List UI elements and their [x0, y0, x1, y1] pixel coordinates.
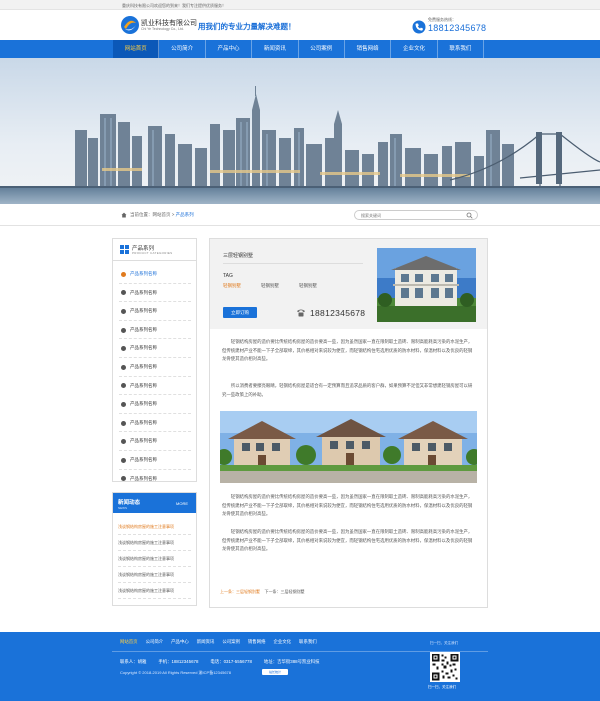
- footer-follow-text: 扫一扫，关注我们: [430, 641, 458, 645]
- nav-item-products[interactable]: 产品中心: [206, 40, 253, 58]
- tag-link[interactable]: 轻钢别墅: [299, 283, 317, 289]
- footer-nav-item[interactable]: 网站首页: [120, 639, 138, 645]
- top-bar: 重庆科技有限公司欢迎您的到来！我们专注提供优质服务！: [0, 0, 600, 10]
- nav-item-home[interactable]: 网站首页: [113, 40, 160, 58]
- tag-link[interactable]: 轻钢别墅: [261, 283, 279, 289]
- sidebar-item[interactable]: 产品系列名称: [119, 265, 191, 284]
- footer-nav-item[interactable]: 公司案例: [222, 639, 240, 645]
- sidebar-header: 产品系列 PRODUCT CATEGORIES: [113, 239, 196, 261]
- sidebar-item[interactable]: 产品系列名称: [119, 432, 191, 451]
- breadcrumb-bar: 当前位置：网站首页 > 产品系列: [0, 204, 600, 226]
- footer-address: 地址：吉华街388号凯业科技: [263, 659, 320, 664]
- footer-nav-item[interactable]: 企业文化: [273, 639, 291, 645]
- header: 凯业科技有限公司 Chi Ye Technology Co., Ltd. 用我们…: [0, 10, 600, 40]
- nav-item-sales[interactable]: 销售网络: [345, 40, 392, 58]
- prev-next-links: 上一条：三层轻钢别墅 下一条：三层轻钢别墅: [220, 589, 304, 595]
- footer-copyright: Copyright © 2018-2019 All Rights Reserve…: [120, 670, 232, 675]
- sidebar-item[interactable]: 产品系列名称: [119, 358, 191, 377]
- footer-nav-item[interactable]: 销售网络: [248, 639, 266, 645]
- slogan: 用我们的专业力量解决难题！: [198, 22, 296, 31]
- houses-photo[interactable]: [220, 411, 477, 483]
- hotline-number: 18812345678: [428, 23, 487, 33]
- nav-item-news[interactable]: 新闻资讯: [252, 40, 299, 58]
- divider: [223, 263, 363, 264]
- welcome-text: 重庆科技有限公司欢迎您的到来！我们专注提供优质服务！: [122, 3, 226, 8]
- news-item[interactable]: 浅谈钢结构房屋的施工注意事项: [118, 567, 191, 583]
- product-sidebar: 产品系列 PRODUCT CATEGORIES 产品系列名称 产品系列名称 产品…: [112, 238, 197, 482]
- news-panel: 新闻动态 NEWS MORE 浅谈钢结构房屋的施工注意事项 浅谈钢结构房屋的施工…: [112, 492, 197, 606]
- search-box: [354, 210, 478, 220]
- footer-nav-item[interactable]: 联系我们: [299, 639, 317, 645]
- product-paragraph: 所以消费者要擦亮眼睛，轻钢结构房屋是适合有一定预算而且追求品质的客户群，如果预算…: [222, 383, 473, 397]
- nav-item-about[interactable]: 公司简介: [159, 40, 206, 58]
- news-more-link[interactable]: MORE: [176, 501, 188, 506]
- footer-mobile: 手机：18812345678: [158, 659, 199, 664]
- news-header: 新闻动态 NEWS MORE: [113, 493, 196, 513]
- tag-link[interactable]: 轻钢别墅: [223, 283, 241, 289]
- sidebar-item[interactable]: 产品系列名称: [119, 395, 191, 414]
- city-skyline-banner: [0, 58, 600, 204]
- phone-icon: [412, 20, 426, 34]
- footer-contact: 联系人：胡雅: [120, 659, 147, 664]
- qr-code-icon: [430, 652, 460, 682]
- news-item[interactable]: 浅谈钢结构房屋的施工注意事项: [118, 519, 191, 535]
- sidebar-subtitle: PRODUCT CATEGORIES: [132, 251, 173, 255]
- company-subtitle: Chi Ye Technology Co., Ltd.: [141, 27, 184, 31]
- sidebar-item[interactable]: 产品系列名称: [119, 470, 191, 489]
- nav-item-culture[interactable]: 企业文化: [391, 40, 438, 58]
- footer-nav-item[interactable]: 公司简介: [146, 639, 164, 645]
- footer-contact-info: 联系人：胡雅 手机：18812345678 电话：0317-5556778 地址…: [120, 659, 320, 665]
- next-link[interactable]: 下一条：三层轻钢别墅: [264, 589, 304, 594]
- product-paragraph: 轻钢结构房屋的造价要比传统结构房屋的造价要高一些，因为虽然国家一直在限制取土造砖…: [222, 529, 473, 552]
- news-title: 新闻动态: [118, 500, 141, 506]
- product-paragraph: 轻钢结构房屋的造价要比传统结构房屋的造价要高一些，因为虽然国家一直在限制取土造砖…: [222, 339, 473, 362]
- search-icon[interactable]: [466, 212, 473, 219]
- news-subtitle: NEWS: [118, 506, 127, 510]
- footer-nav-item[interactable]: 产品中心: [171, 639, 189, 645]
- skyline-image: [0, 58, 600, 204]
- sidebar-item[interactable]: 产品系列名称: [119, 321, 191, 340]
- sidebar-item[interactable]: 产品系列名称: [119, 414, 191, 433]
- sidebar-item[interactable]: 产品系列名称: [119, 302, 191, 321]
- grid-icon: [120, 245, 129, 254]
- product-phone: 18812345678: [310, 308, 366, 318]
- nav-item-cases[interactable]: 公司案例: [299, 40, 345, 58]
- telephone-icon: [297, 309, 305, 317]
- sidebar-item[interactable]: 产品系列名称: [119, 451, 191, 470]
- order-button[interactable]: 立即订购: [223, 307, 257, 318]
- search-input[interactable]: [361, 211, 461, 219]
- main-nav: 网站首页 公司简介 产品中心 新闻资讯 公司案例 销售网络 企业文化 联系我们: [0, 40, 600, 58]
- tag-label: TAG: [223, 273, 233, 279]
- footer: 网站首页 公司简介 产品中心 新闻资讯 公司案例 销售网络 企业文化 联系我们 …: [0, 632, 600, 701]
- product-detail: 三层轻钢别墅 TAG 轻钢别墅 轻钢别墅 轻钢别墅 立即订购 188123456…: [209, 238, 488, 608]
- footer-nav: 网站首页 公司简介 产品中心 新闻资讯 公司案例 销售网络 企业文化 联系我们: [120, 639, 317, 645]
- breadcrumb-home[interactable]: 网站首页: [153, 212, 171, 217]
- news-item[interactable]: 浅谈钢结构房屋的施工注意事项: [118, 551, 191, 567]
- sidebar-item[interactable]: 产品系列名称: [119, 377, 191, 396]
- sidebar-item[interactable]: 产品系列名称: [119, 284, 191, 303]
- product-title: 三层轻钢别墅: [223, 253, 254, 259]
- breadcrumb-label: 当前位置：: [130, 212, 153, 217]
- news-item[interactable]: 浅谈钢结构房屋的施工注意事项: [118, 583, 191, 599]
- product-paragraph: 轻钢结构房屋的造价要比传统结构房屋的造价要高一些，因为虽然国家一直在限制取土造砖…: [222, 494, 473, 517]
- nav-item-contact[interactable]: 联系我们: [438, 40, 485, 58]
- footer-nav-item[interactable]: 新闻资讯: [197, 639, 215, 645]
- sidebar-item[interactable]: 产品系列名称: [119, 339, 191, 358]
- qr-caption: 扫一扫，关注我们: [428, 685, 456, 689]
- home-icon: [121, 212, 127, 218]
- news-item[interactable]: 浅谈钢结构房屋的施工注意事项: [118, 535, 191, 551]
- villa-photo[interactable]: [377, 248, 476, 322]
- breadcrumb: 当前位置：网站首页 > 产品系列: [130, 212, 194, 218]
- prev-link[interactable]: 上一条：三层轻钢别墅: [220, 589, 260, 594]
- breadcrumb-current: 产品系列: [175, 212, 194, 217]
- stats-badge[interactable]: 站长统计: [262, 669, 288, 675]
- footer-tel: 电话：0317-5556778: [210, 659, 252, 664]
- tag-list: 轻钢别墅 轻钢别墅 轻钢别墅: [223, 283, 317, 289]
- company-logo-icon[interactable]: [120, 15, 140, 35]
